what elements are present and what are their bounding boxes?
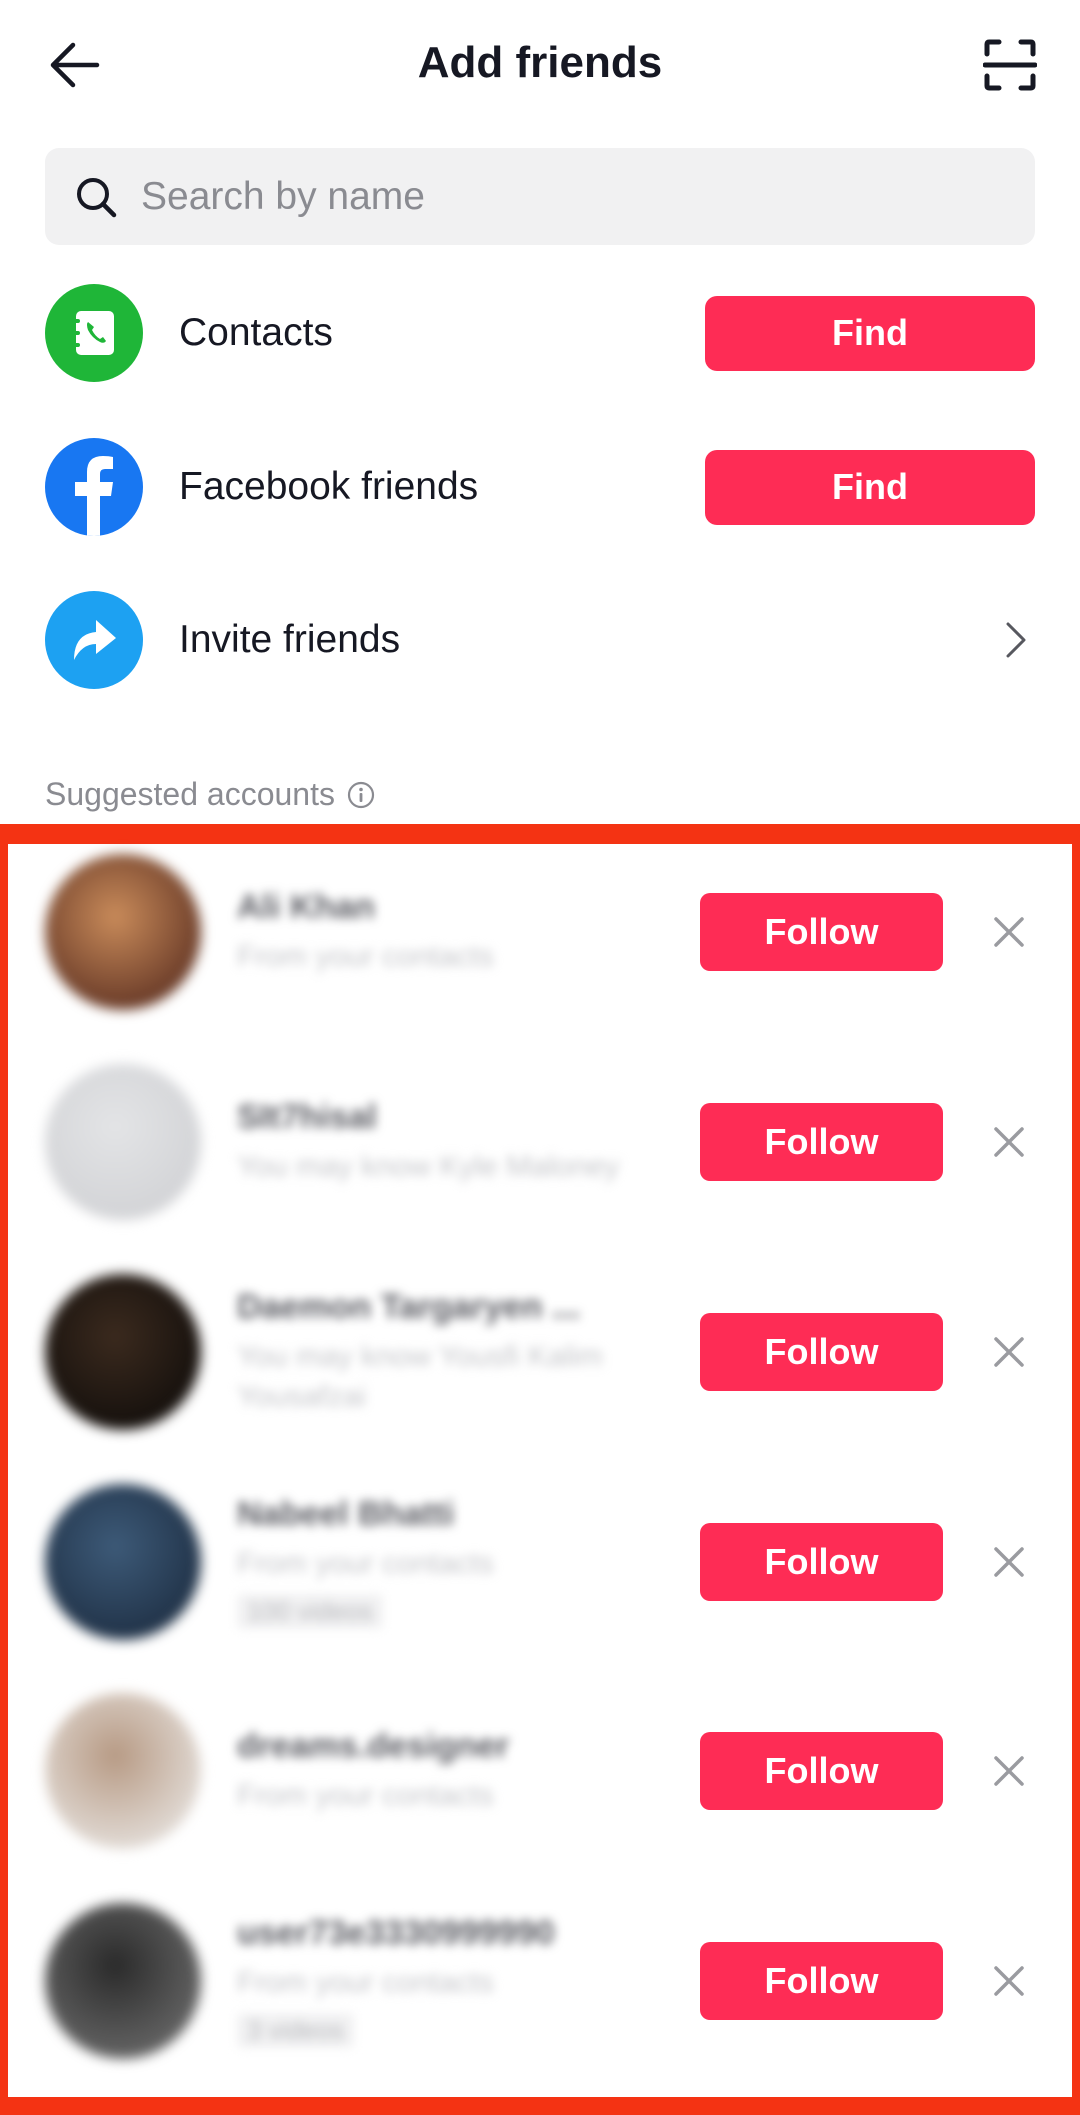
option-label: Contacts [179, 311, 333, 354]
option-label: Facebook friends [179, 465, 479, 508]
close-icon [994, 1127, 1024, 1157]
suggested-account-row: SIt7hisal You may know Kyle Maloney Foll… [45, 1057, 1035, 1227]
suggested-account-row: dreams.designer From your contacts Follo… [45, 1686, 1035, 1856]
account-info[interactable]: Daemon Targaryen ... You may know Yousfi… [237, 1288, 657, 1417]
suggested-account-row: Daemon Targaryen ... You may know Yousfi… [45, 1267, 1035, 1437]
dismiss-button[interactable] [979, 1741, 1039, 1801]
option-facebook: Facebook friends Find [45, 437, 1035, 537]
contacts-book-icon [45, 284, 143, 382]
close-icon [994, 1756, 1024, 1786]
account-info[interactable]: SIt7hisal You may know Kyle Maloney [237, 1098, 657, 1187]
dismiss-button[interactable] [979, 1112, 1039, 1172]
scan-qr-icon [983, 39, 1037, 91]
account-subtitle: From your contacts [237, 1966, 494, 1999]
chevron-right-icon [991, 610, 1041, 670]
dismiss-button[interactable] [979, 902, 1039, 962]
account-subtitle: From your contacts [237, 1778, 494, 1812]
suggested-accounts-header: Suggested accounts [45, 776, 375, 813]
share-arrow-icon [45, 591, 143, 689]
account-info[interactable]: Ali Khan From your contacts [237, 888, 657, 977]
account-badge: 3 videos [237, 2013, 354, 2048]
account-subtitle: You may know Kyle Maloney [237, 1149, 620, 1183]
account-name: Nabeel Bhatti [237, 1495, 455, 1533]
account-info[interactable]: dreams.designer From your contacts [237, 1727, 657, 1816]
close-icon [994, 1337, 1024, 1367]
account-subtitle: From your contacts [237, 939, 494, 973]
follow-button[interactable]: Follow [700, 1103, 943, 1181]
follow-button[interactable]: Follow [700, 893, 943, 971]
avatar[interactable] [45, 1064, 201, 1220]
suggested-account-row: Ali Khan From your contacts Follow [45, 847, 1035, 1017]
account-subtitle: You may know Yousfi Kalim Yousafzai [237, 1339, 603, 1413]
dismiss-button[interactable] [979, 1322, 1039, 1382]
close-icon [994, 1966, 1024, 1996]
avatar[interactable] [45, 1484, 201, 1640]
follow-button[interactable]: Follow [700, 1732, 943, 1810]
scan-button[interactable] [970, 30, 1050, 100]
avatar[interactable] [45, 1903, 201, 2059]
follow-button[interactable]: Follow [700, 1313, 943, 1391]
account-name: dreams.designer [237, 1726, 510, 1765]
info-icon[interactable] [347, 781, 375, 809]
option-label: Invite friends [179, 618, 401, 661]
dismiss-button[interactable] [979, 1532, 1039, 1592]
account-subtitle: From your contacts [237, 1547, 494, 1580]
search-bar[interactable] [45, 148, 1035, 245]
dismiss-button[interactable] [979, 1951, 1039, 2011]
follow-button[interactable]: Follow [700, 1523, 943, 1601]
avatar[interactable] [45, 1274, 201, 1430]
follow-button[interactable]: Follow [700, 1942, 943, 2020]
page-title: Add friends [417, 38, 663, 87]
account-name: user73e3330999990 [237, 1914, 555, 1952]
account-info[interactable]: user73e3330999990 From your contacts 3 v… [237, 1914, 657, 2048]
account-name: Ali Khan [237, 887, 375, 926]
search-input[interactable] [139, 173, 943, 220]
suggested-accounts-label: Suggested accounts [45, 776, 335, 812]
find-contacts-button[interactable]: Find [705, 295, 1035, 371]
suggested-account-row: user73e3330999990 From your contacts 3 v… [45, 1896, 1035, 2066]
option-contacts: Contacts Find [45, 283, 1035, 383]
suggested-account-row: Nabeel Bhatti From your contacts 100 vid… [45, 1477, 1035, 1647]
facebook-icon [45, 438, 143, 536]
close-icon [994, 917, 1024, 947]
close-icon [994, 1547, 1024, 1577]
account-name: SIt7hisal [237, 1097, 377, 1136]
account-badge: 100 videos [237, 1594, 383, 1629]
avatar[interactable] [45, 854, 201, 1010]
avatar[interactable] [45, 1693, 201, 1849]
account-name: Daemon Targaryen ... [237, 1287, 581, 1326]
find-facebook-button[interactable]: Find [705, 449, 1035, 525]
option-invite-friends[interactable]: Invite friends [45, 590, 1035, 690]
account-info[interactable]: Nabeel Bhatti From your contacts 100 vid… [237, 1495, 657, 1629]
search-icon [71, 172, 121, 222]
